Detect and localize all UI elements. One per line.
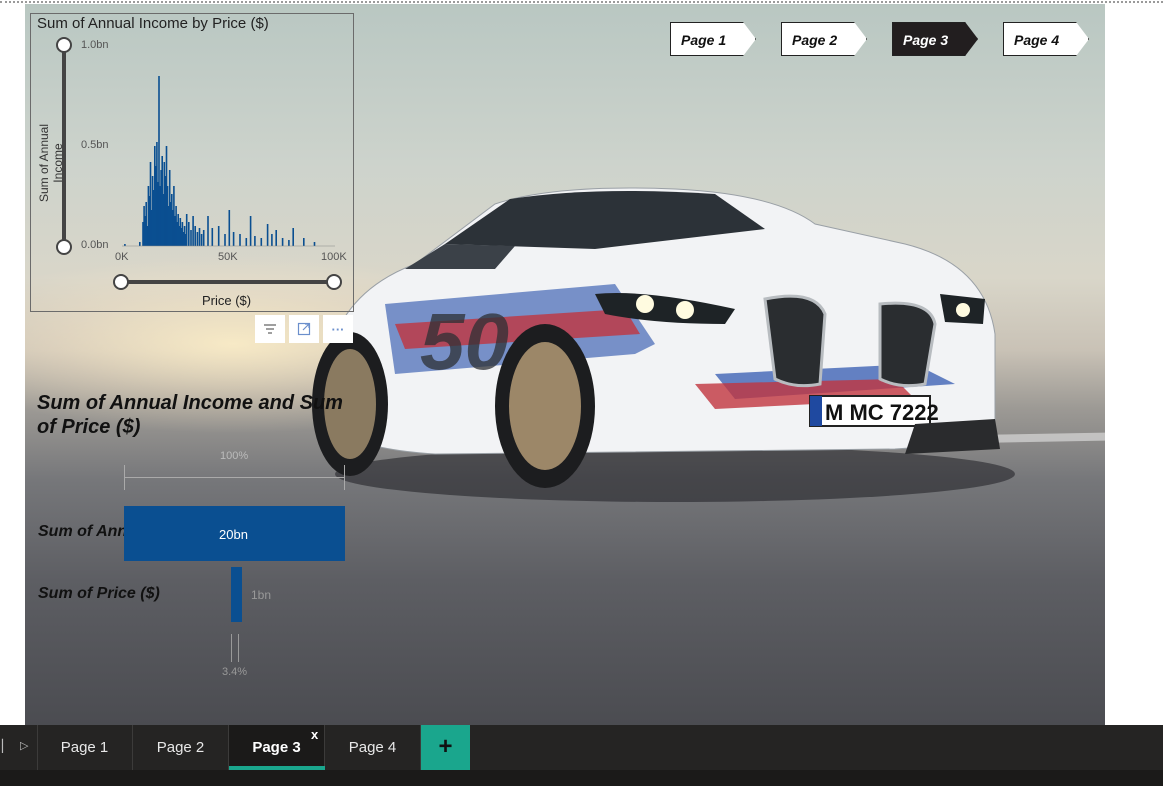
histogram-bar[interactable] [190,230,192,246]
scale-start-tick [124,465,125,490]
histogram-bar[interactable] [232,232,235,246]
histogram-bar[interactable] [303,238,305,246]
bar-price[interactable] [231,567,243,622]
histogram-bar[interactable] [188,222,190,246]
histogram-plot [122,76,335,247]
x-slider-right-handle[interactable] [326,274,342,290]
scroll-right-icon[interactable]: ▷ [20,739,28,752]
histogram-bar[interactable] [249,216,252,246]
scroll-left-icon[interactable]: ▏ [2,739,11,753]
histogram-bar[interactable] [202,230,205,246]
histogram-bar[interactable] [260,238,263,246]
tab-page-1[interactable]: Page 1 [37,725,133,770]
histogram-bar[interactable] [198,228,201,246]
percent-bottom-label: 3.4% [222,666,248,678]
histogram-bar[interactable] [124,244,126,246]
x-tick-label: 0K [115,251,129,263]
histogram-bar[interactable] [207,216,209,246]
x-axis-label: Price ($) [202,293,252,308]
tab-scroll-controls[interactable]: ▏ ▷ [0,725,38,770]
add-page-button[interactable]: + [421,725,470,770]
histogram-bar[interactable] [192,216,194,246]
histogram-bar[interactable] [200,234,203,246]
license-plate: M MC 7222 [825,400,939,425]
scale-end-tick [344,465,345,490]
histogram-bar[interactable] [139,242,141,246]
bar-value-label: 1bn [251,588,272,602]
histogram-bar[interactable] [281,238,284,246]
x-slider-left-handle[interactable] [113,274,129,290]
nav-button-page-2[interactable]: Page 2 [781,22,867,56]
scale-line [124,477,345,478]
histogram-bar[interactable] [196,232,199,246]
percent-top-label: 100% [220,450,249,462]
histogram-bar[interactable] [224,234,226,246]
filter-icon[interactable] [255,315,285,343]
tab-page-2[interactable]: Page 2 [133,725,229,770]
nav-button-page-4[interactable]: Page 4 [1003,22,1089,56]
histogram-bar[interactable] [211,228,214,246]
percent-bracket [231,634,239,662]
histogram-bar[interactable] [185,214,188,246]
nav-button-page-1[interactable]: Page 1 [670,22,756,56]
histogram-bar[interactable] [271,234,273,246]
bar-value-label: 20bn [219,527,248,542]
car-number: 50 [420,297,509,386]
tab-page-4[interactable]: Page 4 [325,725,421,770]
histogram-bar[interactable] [245,238,248,246]
gauge-chart-title: Sum of Annual Income and Sum of Price ($… [37,392,343,438]
more-options-icon[interactable]: ··· [323,315,353,343]
x-axis-zoom-slider[interactable] [122,280,335,284]
histogram-bar[interactable] [288,240,290,246]
histogram-bar[interactable] [217,226,220,246]
histogram-bar[interactable] [266,224,269,246]
histogram-bar[interactable] [313,242,316,246]
visual-header-toolbar: ··· [255,315,353,343]
nav-button-page-3[interactable]: Page 3 [892,22,978,56]
report-canvas: 50 M MC 7222 Page 1 Page 2 Page 3 Page 4 [0,0,1163,725]
bar-category-label: Sum of Price ($) [38,585,160,602]
income-by-price-chart[interactable]: Sum of Annual Income by Price ($) Sum of… [30,13,354,312]
histogram-bar[interactable] [275,230,277,246]
histogram-bar[interactable] [194,226,196,246]
focus-mode-icon[interactable] [289,315,319,343]
histogram-bar[interactable] [254,236,256,246]
x-tick-label: 50K [218,251,238,263]
histogram-bar[interactable] [228,210,231,246]
histogram-bar[interactable] [239,234,241,246]
canvas-top-border [0,1,1163,3]
histogram-bar[interactable] [292,228,294,246]
close-tab-icon[interactable]: x [311,727,318,742]
car-image: 50 M MC 7222 [312,187,1015,502]
x-tick-label: 100K [321,251,347,263]
page-tab-bar: ▏ ▷ Page 1 Page 2 Page 3 x Page 4 + [0,725,1163,770]
status-strip [0,770,1163,786]
